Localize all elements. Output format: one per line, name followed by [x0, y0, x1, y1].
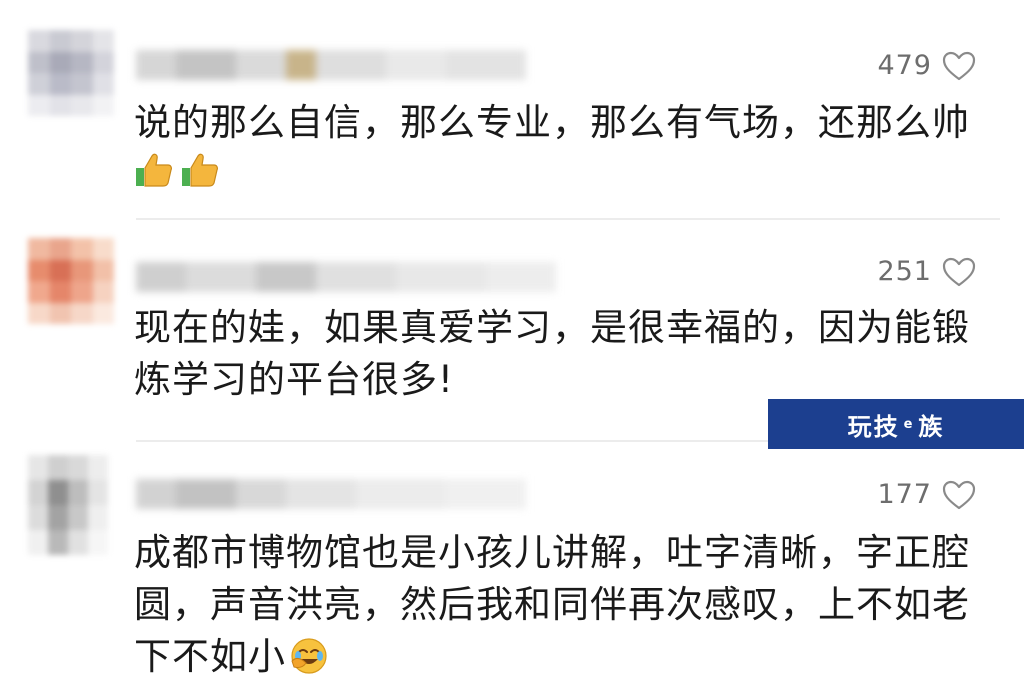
thumbs-up-icon	[180, 150, 220, 190]
comment-item: 479 说的那么自信，那么专业，那么有气场，还那么帅	[0, 0, 1024, 219]
comment-text: 说的那么自信，那么专业，那么有气场，还那么帅	[134, 101, 970, 144]
like-count: 177	[877, 479, 932, 510]
comment-text-fragment: 下不如小	[134, 635, 286, 678]
comment-text-line: 现在的娃，如果真爱学习，是很幸福的，因为能锻	[134, 306, 970, 349]
like-control[interactable]: 177	[877, 479, 976, 510]
watermark-text: 玩技	[847, 412, 900, 441]
watermark-text: e	[903, 416, 915, 432]
comment-text: 现在的娃，如果真爱学习，是很幸福的，因为能锻 炼学习的平台很多!	[134, 302, 994, 406]
facepalm-laugh-icon	[290, 637, 328, 675]
like-count: 251	[877, 256, 932, 287]
emoji-row	[134, 150, 220, 190]
comment-text-line: 圆，声音洪亮，然后我和同伴再次感叹，上不如老	[134, 583, 970, 626]
watermark-text: 族	[918, 412, 945, 441]
heart-icon[interactable]	[942, 51, 976, 81]
username[interactable]	[136, 50, 526, 80]
thumbs-up-icon	[134, 150, 174, 190]
heart-icon[interactable]	[942, 257, 976, 287]
username[interactable]	[136, 479, 526, 509]
comment-text: 成都市博物馆也是小孩儿讲解，吐字清晰，字正腔 圆，声音洪亮，然后我和同伴再次感叹…	[134, 527, 994, 683]
heart-icon[interactable]	[942, 480, 976, 510]
like-control[interactable]: 251	[877, 256, 976, 287]
comment-text-line: 成都市博物馆也是小孩儿讲解，吐字清晰，字正腔	[134, 531, 970, 574]
comment-item: 177 成都市博物馆也是小孩儿讲解，吐字清晰，字正腔 圆，声音洪亮，然后我和同伴…	[0, 441, 1024, 695]
like-control[interactable]: 479	[877, 50, 976, 81]
username[interactable]	[136, 262, 556, 292]
avatar[interactable]	[28, 30, 114, 116]
comment-text-line: 下不如小	[134, 631, 994, 683]
avatar[interactable]	[28, 238, 114, 324]
avatar[interactable]	[28, 455, 108, 555]
like-count: 479	[877, 50, 932, 81]
